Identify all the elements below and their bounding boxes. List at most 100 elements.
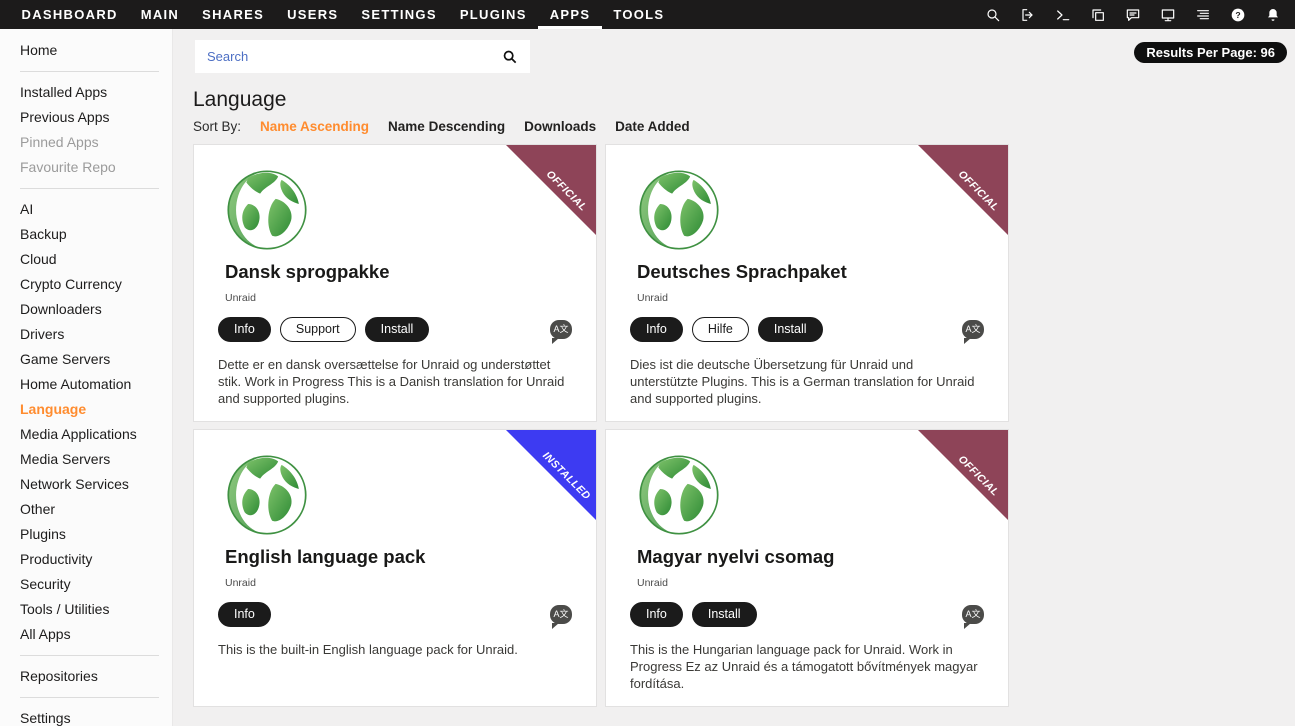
install-button[interactable]: Install xyxy=(365,317,430,342)
official-ribbon xyxy=(506,145,596,235)
hilfe-button[interactable]: Hilfe xyxy=(692,317,749,342)
globe-icon xyxy=(224,452,310,538)
sidebar-divider xyxy=(20,71,159,72)
sidebar-item-plugins[interactable]: Plugins xyxy=(0,522,172,547)
globe-icon xyxy=(636,167,722,253)
app-description: Dies ist die deutsche Übersetzung für Un… xyxy=(630,356,984,407)
sidebar-divider xyxy=(20,655,159,656)
sort-option-name-ascending[interactable]: Name Ascending xyxy=(260,119,369,134)
sidebar-item-drivers[interactable]: Drivers xyxy=(0,322,172,347)
app-title: English language pack xyxy=(225,546,596,568)
sidebar-item-language[interactable]: Language xyxy=(0,397,172,422)
monitor-icon[interactable] xyxy=(1160,7,1176,23)
nav-menu: DASHBOARDMAINSHARESUSERSSETTINGSPLUGINSA… xyxy=(10,0,676,29)
sort-option-name-descending[interactable]: Name Descending xyxy=(388,119,505,134)
sidebar-item-all-apps[interactable]: All Apps xyxy=(0,622,172,647)
translate-icon[interactable]: A文 xyxy=(962,605,984,624)
sort-row: Sort By: Name Ascending Name Descending Do… xyxy=(193,119,1287,134)
feedback-icon[interactable] xyxy=(1125,7,1141,23)
sidebar-item-game-servers[interactable]: Game Servers xyxy=(0,347,172,372)
nav-icons: ? xyxy=(985,7,1285,23)
log-icon[interactable] xyxy=(1195,7,1211,23)
sidebar-item-previous-apps[interactable]: Previous Apps xyxy=(0,105,172,130)
nav-item-settings[interactable]: SETTINGS xyxy=(350,0,448,29)
app-card-english-language-pack: INSTALLED English language packUnraidInf… xyxy=(193,429,597,707)
copy-icon[interactable] xyxy=(1090,7,1106,23)
sidebar-item-network-services[interactable]: Network Services xyxy=(0,472,172,497)
bell-icon[interactable] xyxy=(1265,7,1281,23)
sidebar-item-tools-utilities[interactable]: Tools / Utilities xyxy=(0,597,172,622)
sidebar-item-favourite-repo[interactable]: Favourite Repo xyxy=(0,155,172,180)
sidebar-divider xyxy=(20,697,159,698)
app-author: Unraid xyxy=(225,292,596,304)
sort-options: Name Ascending Name Descending Downloads Da… xyxy=(260,119,690,134)
app-title: Deutsches Sprachpaket xyxy=(637,261,1008,283)
nav-item-main[interactable]: MAIN xyxy=(129,0,190,29)
terminal-icon[interactable] xyxy=(1055,7,1071,23)
logout-icon[interactable] xyxy=(1020,7,1036,23)
app-description: Dette er en dansk oversættelse for Unrai… xyxy=(218,356,572,407)
sort-option-date-added[interactable]: Date Added xyxy=(615,119,690,134)
support-button[interactable]: Support xyxy=(280,317,356,342)
sidebar: Home Installed AppsPrevious AppsPinned Ap… xyxy=(0,29,173,726)
app-title: Dansk sprogpakke xyxy=(225,261,596,283)
app-card-grid: OFFICIAL Dansk sprogpakkeUnraidInfoSuppo… xyxy=(193,144,1287,707)
info-button[interactable]: Info xyxy=(630,317,683,342)
nav-item-tools[interactable]: TOOLS xyxy=(602,0,676,29)
sidebar-item-security[interactable]: Security xyxy=(0,572,172,597)
app-card-magyar-nyelvi-csomag: OFFICIAL Magyar nyelvi csomagUnraidInfoI… xyxy=(605,429,1009,707)
official-ribbon xyxy=(918,145,1008,235)
sidebar-item-cloud[interactable]: Cloud xyxy=(0,247,172,272)
nav-item-shares[interactable]: SHARES xyxy=(191,0,276,29)
sidebar-item-productivity[interactable]: Productivity xyxy=(0,547,172,572)
app-description: This is the built-in English language pa… xyxy=(218,641,572,658)
info-button[interactable]: Info xyxy=(218,602,271,627)
globe-icon xyxy=(636,452,722,538)
official-ribbon xyxy=(918,430,1008,520)
nav-item-apps[interactable]: APPS xyxy=(538,0,602,29)
sort-option-downloads[interactable]: Downloads xyxy=(524,119,596,134)
installed-ribbon xyxy=(506,430,596,520)
translate-icon[interactable]: A文 xyxy=(962,320,984,339)
results-per-page-badge[interactable]: Results Per Page: 96 xyxy=(1134,42,1287,63)
sidebar-item-backup[interactable]: Backup xyxy=(0,222,172,247)
info-button[interactable]: Info xyxy=(630,602,683,627)
sort-by-label: Sort By: xyxy=(193,119,241,134)
sidebar-item-installed-apps[interactable]: Installed Apps xyxy=(0,80,172,105)
app-button-row: Info A文 xyxy=(218,602,572,626)
sidebar-item-repositories[interactable]: Repositories xyxy=(0,664,172,689)
app-author: Unraid xyxy=(637,292,1008,304)
content-area: Results Per Page: 96 Language Sort By: N… xyxy=(174,29,1295,726)
nav-item-users[interactable]: USERS xyxy=(276,0,350,29)
nav-item-plugins[interactable]: PLUGINS xyxy=(448,0,538,29)
app-card-dansk-sprogpakke: OFFICIAL Dansk sprogpakkeUnraidInfoSuppo… xyxy=(193,144,597,422)
search-box xyxy=(195,40,530,73)
nav-item-dashboard[interactable]: DASHBOARD xyxy=(10,0,129,29)
sidebar-item-ai[interactable]: AI xyxy=(0,197,172,222)
sidebar-item-home[interactable]: Home xyxy=(0,38,172,63)
info-button[interactable]: Info xyxy=(218,317,271,342)
sidebar-item-pinned-apps[interactable]: Pinned Apps xyxy=(0,130,172,155)
sidebar-item-home-automation[interactable]: Home Automation xyxy=(0,372,172,397)
install-button[interactable]: Install xyxy=(758,317,823,342)
app-author: Unraid xyxy=(225,577,596,589)
translate-icon[interactable]: A文 xyxy=(550,605,572,624)
help-icon[interactable]: ? xyxy=(1230,7,1246,23)
search-input[interactable] xyxy=(207,49,502,64)
sidebar-divider xyxy=(20,188,159,189)
translate-icon[interactable]: A文 xyxy=(550,320,572,339)
sidebar-item-settings[interactable]: Settings xyxy=(0,706,172,726)
app-title: Magyar nyelvi csomag xyxy=(637,546,1008,568)
content-top-row: Results Per Page: 96 xyxy=(193,29,1287,73)
app-author: Unraid xyxy=(637,577,1008,589)
search-icon[interactable] xyxy=(985,7,1001,23)
sidebar-item-crypto-currency[interactable]: Crypto Currency xyxy=(0,272,172,297)
sidebar-item-other[interactable]: Other xyxy=(0,497,172,522)
app-button-row: Info Install A文 xyxy=(630,602,984,626)
sidebar-item-media-servers[interactable]: Media Servers xyxy=(0,447,172,472)
sidebar-item-downloaders[interactable]: Downloaders xyxy=(0,297,172,322)
install-button[interactable]: Install xyxy=(692,602,757,627)
sidebar-item-media-applications[interactable]: Media Applications xyxy=(0,422,172,447)
search-icon[interactable] xyxy=(502,49,518,65)
app-description: This is the Hungarian language pack for … xyxy=(630,641,984,692)
